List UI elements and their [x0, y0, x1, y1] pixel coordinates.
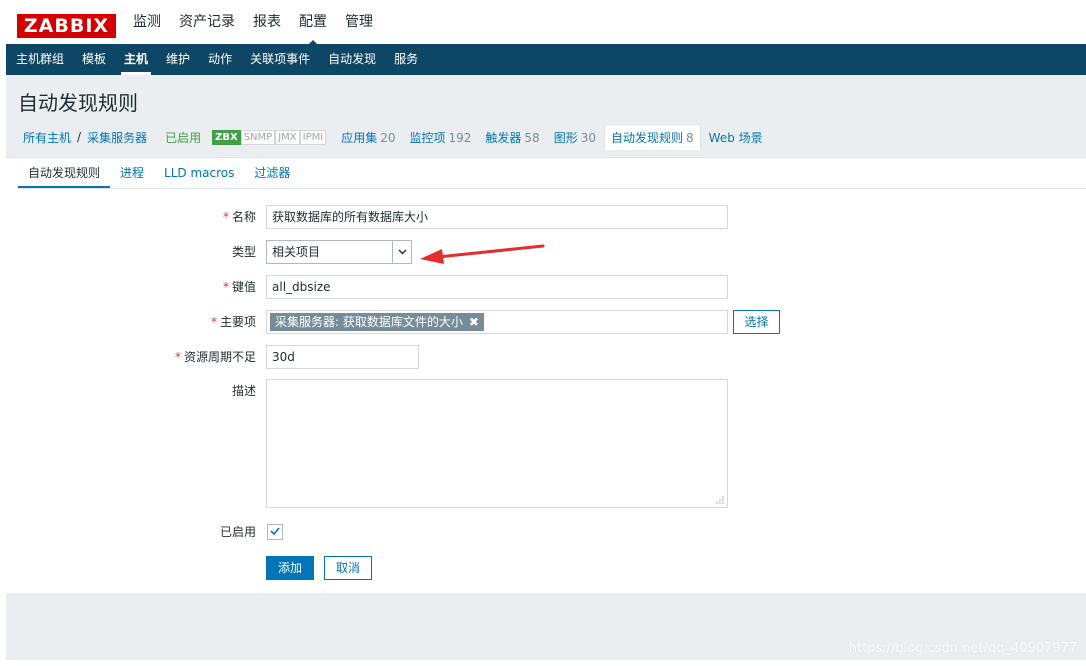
name-label: * 名称 [222, 210, 256, 224]
form-tabs: 自动发现规则 进程 LLD macros 过滤器 [18, 158, 1086, 189]
top-menu-monitoring[interactable]: 监测 [133, 11, 161, 32]
sub-menu: 主机群组 模板 主机 维护 动作 关联项事件 自动发现 服务 [6, 44, 1086, 75]
top-menu-configuration[interactable]: 配置 [299, 11, 327, 46]
sub-menu-host-groups[interactable]: 主机群组 [16, 44, 64, 75]
add-button[interactable]: 添加 [266, 556, 314, 580]
discovery-rules-count: 8 [686, 131, 694, 145]
top-menu-label: 管理 [345, 14, 373, 30]
items-count: 192 [448, 130, 472, 145]
checkmark-icon [270, 527, 280, 536]
breadcrumb-all-hosts[interactable]: 所有主机 [23, 129, 71, 146]
host-tab-discovery-rules[interactable]: 自动发现规则 8 [604, 124, 701, 150]
master-item-multiselect[interactable]: 采集服务器: 获取数据库文件的大小 ✖ [266, 310, 728, 334]
lifetime-input[interactable]: 30d [266, 345, 419, 369]
zabbix-logo[interactable]: ZABBIX [17, 14, 116, 38]
top-menu-label: 配置 [299, 14, 327, 30]
watermark: https://blog.csdn.net/qq_40907977 [848, 641, 1077, 656]
tab-preprocessing[interactable]: 进程 [110, 158, 154, 188]
top-menu-administration[interactable]: 管理 [345, 11, 373, 32]
name-input[interactable]: 获取数据库的所有数据库大小 [266, 205, 728, 229]
jmx-status-badge: JMX [275, 129, 300, 145]
key-input[interactable]: all_dbsize [266, 275, 728, 299]
host-tab-applications[interactable]: 应用集 20 [341, 129, 395, 146]
ipmi-status-badge: IPMI [299, 129, 327, 145]
top-menu: 监测 资产记录 报表 配置 管理 [133, 11, 391, 46]
sub-menu-services[interactable]: 服务 [394, 44, 418, 75]
tab-filters[interactable]: 过滤器 [244, 158, 300, 188]
host-navigation-bar: 所有主机 / 采集服务器 已启用 ZBX SNMP JMX IPMI 应用集 20… [6, 118, 1086, 156]
form-card: 自动发现规则 进程 LLD macros 过滤器 * 名称 获取数据库的所有数据库… [6, 157, 1086, 593]
sub-menu-templates[interactable]: 模板 [82, 44, 106, 75]
master-item-label: * 主要项 [210, 315, 256, 329]
annotation-arrow-icon [420, 244, 545, 264]
host-tab-web-scenarios[interactable]: Web 场景 [709, 129, 763, 146]
snmp-status-badge: SNMP [240, 129, 276, 145]
top-menu-inventory[interactable]: 资产记录 [179, 11, 235, 32]
select-button[interactable]: 选择 [733, 310, 780, 334]
zbx-status-badge: ZBX [212, 129, 241, 145]
sub-menu-maintenance[interactable]: 维护 [166, 44, 190, 75]
sub-menu-hosts[interactable]: 主机 [121, 44, 152, 75]
enabled-checkbox[interactable] [267, 524, 283, 540]
type-select-value: 相关项目 [272, 245, 321, 259]
applications-count: 20 [380, 130, 396, 145]
cancel-button[interactable]: 取消 [324, 556, 372, 580]
top-menu-label: 资产记录 [179, 14, 235, 30]
host-status-enabled[interactable]: 已启用 [165, 129, 201, 146]
sub-menu-event-correlation[interactable]: 关联项事件 [250, 44, 310, 75]
top-menu-reports[interactable]: 报表 [253, 11, 281, 32]
host-tab-items[interactable]: 监控项 192 [409, 129, 471, 146]
enabled-label: 已启用 [219, 525, 256, 539]
breadcrumb-separator: / [77, 130, 82, 144]
key-label: * 键值 [222, 280, 256, 294]
description-label: 描述 [231, 384, 256, 398]
host-tab-graphs[interactable]: 图形 30 [554, 129, 596, 146]
lifetime-label: * 资源周期不足 [174, 350, 256, 364]
sub-menu-actions[interactable]: 动作 [208, 44, 232, 75]
breadcrumb-host[interactable]: 采集服务器 [87, 129, 147, 146]
remove-icon[interactable]: ✖ [469, 315, 479, 329]
chevron-down-icon[interactable] [392, 241, 411, 263]
top-menu-label: 监测 [133, 14, 161, 30]
type-select[interactable]: 相关项目 [266, 240, 412, 264]
host-tab-triggers[interactable]: 触发器 58 [485, 129, 539, 146]
type-label: 类型 [231, 245, 256, 259]
top-bar: ZABBIX 监测 资产记录 报表 配置 管理 [6, 11, 1086, 46]
top-menu-label: 报表 [253, 14, 281, 30]
page-title: 自动发现规则 [18, 91, 138, 115]
top-gap [0, 0, 1086, 11]
master-item-chip: 采集服务器: 获取数据库文件的大小 ✖ [270, 313, 484, 331]
description-textarea[interactable] [266, 379, 728, 508]
tab-lld-macros[interactable]: LLD macros [154, 158, 244, 188]
resize-grip-icon[interactable] [716, 496, 724, 506]
sub-menu-discovery[interactable]: 自动发现 [328, 44, 376, 75]
tab-discovery-rule[interactable]: 自动发现规则 [18, 158, 111, 188]
graphs-count: 30 [580, 130, 596, 145]
triggers-count: 58 [524, 130, 540, 145]
